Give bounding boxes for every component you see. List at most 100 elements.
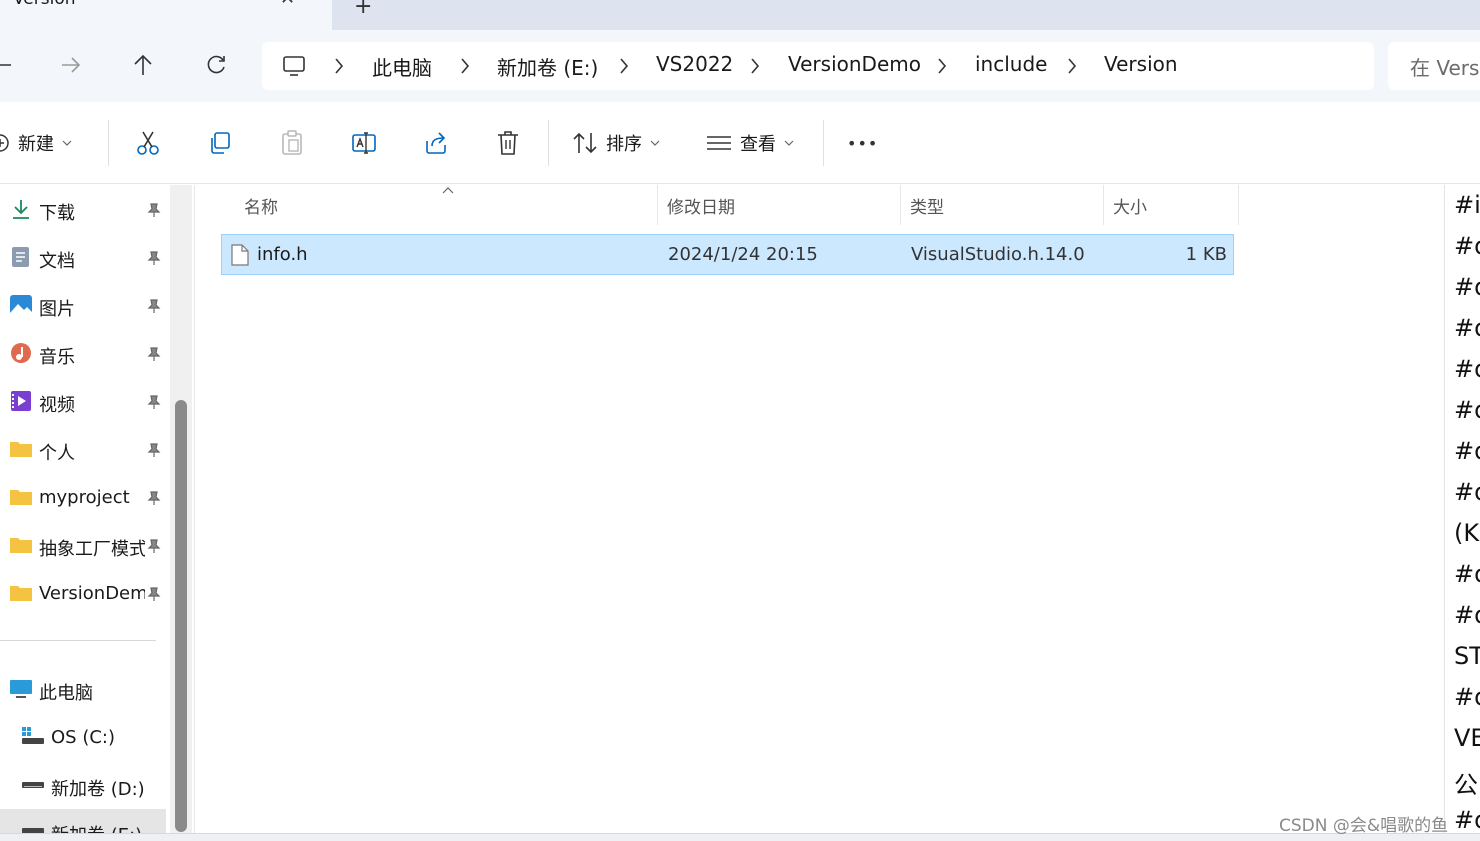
sidebar-item-drive-e[interactable]: 新加卷 (E:) — [0, 809, 166, 833]
preview-line: ST — [1454, 642, 1480, 670]
breadcrumb-include[interactable]: include — [975, 52, 1047, 76]
chevron-right-icon — [938, 58, 947, 74]
chevron-down-icon — [650, 140, 660, 146]
sidebar-item-music[interactable]: 音乐 — [0, 331, 166, 375]
sidebar-item-documents[interactable]: 文档 — [0, 235, 166, 279]
breadcrumb-versiondemo[interactable]: VersionDemo — [788, 52, 921, 76]
file-name: info.h — [257, 244, 308, 265]
computer-icon — [10, 680, 32, 698]
column-header-name[interactable]: 名称 — [244, 193, 278, 218]
copy-button[interactable] — [208, 126, 232, 160]
file-modified: 2024/1/24 20:15 — [668, 244, 818, 265]
forward-button[interactable] — [56, 50, 86, 80]
download-icon — [13, 200, 29, 219]
preview-line: #d — [1454, 560, 1480, 588]
table-row[interactable]: info.h 2024/1/24 20:15 VisualStudio.h.14… — [221, 234, 1234, 275]
clipboard-icon — [282, 130, 302, 155]
new-label: 新建 — [18, 134, 54, 155]
separator — [548, 120, 549, 166]
rename-icon — [352, 132, 376, 154]
pin-icon — [147, 347, 161, 361]
windows-drive-icon — [22, 727, 44, 744]
preview-line: #d — [1454, 683, 1480, 711]
breadcrumb-drive-e[interactable]: 新加卷 (E:) — [497, 52, 598, 81]
sidebar-item-videos[interactable]: 视频 — [0, 379, 166, 423]
file-type: VisualStudio.h.14.0 — [911, 244, 1085, 265]
close-tab-button[interactable]: ✕ — [280, 0, 295, 9]
sidebar-item-label: 抽象工厂模式 — [39, 539, 145, 560]
chevron-right-icon — [1068, 58, 1077, 74]
share-icon — [426, 132, 446, 154]
sidebar-scrollbar-thumb[interactable] — [175, 400, 187, 832]
scissors-icon — [137, 131, 159, 155]
view-label: 查看 — [740, 134, 776, 155]
new-tab-button[interactable]: + — [354, 0, 372, 19]
preview-pane: #if #d #d #d #d #d #d #d (KI #d #d ST #d… — [1444, 185, 1480, 833]
view-button[interactable]: 查看 — [706, 126, 794, 160]
sidebar-item-drive-c[interactable]: OS (C:) — [0, 715, 166, 759]
preview-line: #d — [1454, 601, 1480, 629]
share-button[interactable] — [424, 126, 448, 160]
sort-button[interactable]: 排序 — [572, 126, 660, 160]
breadcrumb-vs2022[interactable]: VS2022 — [656, 52, 733, 76]
sidebar-item-versiondemo[interactable]: VersionDem — [0, 571, 166, 615]
drive-icon — [22, 782, 44, 788]
refresh-button[interactable] — [201, 50, 231, 80]
sidebar-item-this-pc[interactable]: 此电脑 — [0, 667, 166, 711]
preview-line: 公司 — [1454, 771, 1480, 799]
preview-line: #d — [1454, 355, 1480, 383]
separator — [823, 120, 824, 166]
sort-ascending-icon — [442, 187, 454, 194]
folder-icon — [10, 586, 32, 601]
column-separator[interactable] — [1238, 185, 1239, 225]
sidebar-item-label: 此电脑 — [39, 683, 93, 704]
navigation-bar: 此电脑 新加卷 (E:) VS2022 VersionDemo include … — [0, 30, 1480, 102]
view-list-icon — [707, 136, 731, 150]
more-icon: ••• — [847, 133, 879, 153]
file-size: 1 KB — [1185, 244, 1227, 265]
delete-button[interactable] — [496, 126, 520, 160]
sidebar-item-personal[interactable]: 个人 — [0, 427, 166, 471]
chevron-right-icon — [751, 58, 760, 74]
preview-line: VE — [1454, 724, 1480, 752]
tab-version[interactable]: Version ✕ — [0, 0, 332, 30]
folder-icon — [10, 442, 32, 457]
sidebar-item-label: 下载 — [39, 203, 75, 224]
breadcrumb-this-pc[interactable]: 此电脑 — [372, 52, 432, 81]
breadcrumb-version[interactable]: Version — [1104, 52, 1178, 76]
sidebar-item-abstract-factory[interactable]: 抽象工厂模式 — [0, 523, 166, 567]
video-icon — [11, 391, 31, 411]
column-separator[interactable] — [1103, 185, 1104, 225]
folder-icon — [10, 490, 32, 505]
sidebar-item-myproject[interactable]: myproject — [0, 475, 166, 519]
column-header-modified[interactable]: 修改日期 — [667, 193, 735, 218]
forward-arrow-icon — [62, 57, 81, 73]
column-separator[interactable] — [900, 185, 901, 225]
watermark: CSDN @会&唱歌的鱼 — [1279, 816, 1449, 836]
sidebar-divider — [0, 640, 156, 641]
more-options-button[interactable]: ••• — [847, 126, 878, 160]
column-header-type[interactable]: 类型 — [910, 193, 944, 218]
preview-line: (KI — [1454, 519, 1480, 547]
up-button[interactable] — [128, 50, 158, 80]
column-header-size[interactable]: 大小 — [1113, 193, 1147, 218]
sidebar-item-label: myproject — [39, 487, 130, 508]
sidebar-item-pictures[interactable]: 图片 — [0, 283, 166, 327]
sidebar-item-label: 文档 — [39, 251, 75, 272]
sidebar-item-label: 新加卷 (D:) — [51, 779, 145, 800]
rename-button[interactable] — [351, 126, 377, 160]
column-separator[interactable] — [657, 185, 658, 225]
pin-icon — [147, 395, 161, 409]
paste-button[interactable] — [280, 126, 304, 160]
sidebar-item-label: 个人 — [39, 443, 75, 464]
sidebar-item-label: 图片 — [39, 299, 75, 320]
preview-line: #d — [1454, 232, 1480, 260]
sidebar-item-downloads[interactable]: 下载 — [0, 187, 166, 231]
new-button[interactable]: 新建 — [0, 126, 72, 160]
search-box[interactable]: 在 Versi — [1388, 42, 1480, 90]
address-bar[interactable]: 此电脑 新加卷 (E:) VS2022 VersionDemo include … — [262, 42, 1374, 90]
back-button[interactable] — [0, 50, 18, 80]
search-placeholder: 在 Versi — [1410, 56, 1480, 80]
cut-button[interactable] — [136, 126, 160, 160]
sidebar-item-drive-d[interactable]: 新加卷 (D:) — [0, 763, 166, 807]
